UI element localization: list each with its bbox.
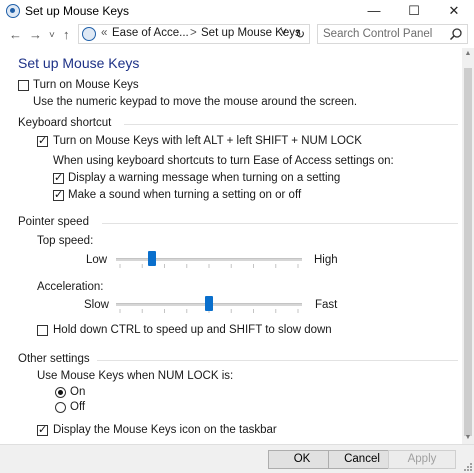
close-button[interactable]: ✕ xyxy=(434,0,474,22)
search-icon[interactable] xyxy=(449,27,463,41)
up-arrow-icon[interactable]: ↑ xyxy=(63,27,70,43)
num-lock-label: Use Mouse Keys when NUM LOCK is: xyxy=(37,370,234,382)
main-content: Set up Mouse Keys Turn on Mouse Keys Use… xyxy=(0,48,462,444)
num-lock-off-radio[interactable] xyxy=(55,402,66,413)
hold-ctrl-checkbox[interactable] xyxy=(37,325,48,336)
ease-of-access-icon xyxy=(6,4,20,18)
section-divider xyxy=(124,124,458,125)
back-arrow-icon[interactable]: ← xyxy=(9,27,22,43)
resize-grip-icon[interactable] xyxy=(463,462,473,472)
vertical-scrollbar[interactable]: ▲ ▼ xyxy=(462,48,474,444)
ok-button[interactable]: OK xyxy=(268,450,336,469)
pointer-speed-heading: Pointer speed xyxy=(18,216,89,228)
taskbar-icon-checkbox[interactable] xyxy=(37,423,48,436)
search-box[interactable] xyxy=(317,24,468,44)
title-bar: Set up Mouse Keys — ☐ ✕ xyxy=(0,0,474,22)
warning-message-label[interactable]: Display a warning message when turning o… xyxy=(68,172,340,184)
page-title: Set up Mouse Keys xyxy=(18,55,140,71)
turn-on-mouse-keys-checkbox[interactable] xyxy=(18,80,29,91)
window-title: Set up Mouse Keys xyxy=(25,4,130,18)
breadcrumb-overflow-icon[interactable]: « xyxy=(101,27,107,39)
top-speed-slider-track[interactable] xyxy=(116,258,302,261)
section-divider xyxy=(102,223,458,224)
num-lock-off-label[interactable]: Off xyxy=(70,401,85,413)
keyboard-shortcut-heading: Keyboard shortcut xyxy=(18,117,112,129)
num-lock-on-label[interactable]: On xyxy=(70,386,85,398)
scrollbar-thumb[interactable] xyxy=(464,68,472,436)
hold-ctrl-label[interactable]: Hold down CTRL to speed up and SHIFT to … xyxy=(53,324,332,336)
refresh-icon[interactable]: ↻ xyxy=(295,27,305,41)
turn-on-mouse-keys-label[interactable]: Turn on Mouse Keys xyxy=(33,79,139,91)
scroll-up-arrow-icon[interactable]: ▲ xyxy=(462,48,474,60)
breadcrumb-item-ease-of-access[interactable]: Ease of Acce... xyxy=(112,27,189,39)
cancel-button[interactable]: Cancel xyxy=(328,450,396,469)
control-panel-icon xyxy=(82,27,96,41)
search-input[interactable] xyxy=(318,25,443,43)
top-speed-slider-thumb[interactable] xyxy=(148,251,157,266)
acceleration-slow-label: Slow xyxy=(84,299,109,311)
top-speed-label: Top speed: xyxy=(37,235,94,247)
acceleration-fast-label: Fast xyxy=(315,299,338,311)
section-divider xyxy=(97,360,458,361)
acceleration-slider-thumb[interactable] xyxy=(205,296,213,311)
forward-arrow-icon[interactable]: → xyxy=(29,27,42,43)
warning-message-checkbox[interactable] xyxy=(53,171,64,184)
minimize-button[interactable]: — xyxy=(354,0,394,22)
make-sound-label[interactable]: Make a sound when turning a setting on o… xyxy=(68,189,301,201)
apply-button[interactable]: Apply xyxy=(388,450,456,469)
when-using-shortcuts-text: When using keyboard shortcuts to turn Ea… xyxy=(53,155,394,167)
acceleration-label: Acceleration: xyxy=(37,281,104,293)
breadcrumb-separator[interactable]: > xyxy=(190,27,197,39)
make-sound-checkbox[interactable] xyxy=(53,188,64,201)
top-speed-low-label: Low xyxy=(86,254,108,266)
dialog-footer: OK Cancel Apply xyxy=(0,444,474,473)
shortcut-label[interactable]: Turn on Mouse Keys with left ALT + left … xyxy=(53,135,362,147)
recent-locations-chevron-icon[interactable]: ˅ xyxy=(49,28,55,44)
turn-on-description: Use the numeric keypad to move the mouse… xyxy=(33,96,358,108)
taskbar-icon-label[interactable]: Display the Mouse Keys icon on the taskb… xyxy=(53,424,277,436)
top-speed-high-label: High xyxy=(314,254,338,266)
address-dropdown-icon[interactable]: ˅ xyxy=(280,27,287,39)
shortcut-checkbox[interactable] xyxy=(37,134,48,147)
num-lock-on-radio[interactable] xyxy=(55,387,66,398)
scroll-down-arrow-icon[interactable]: ▼ xyxy=(462,432,474,444)
top-speed-slider-ticks xyxy=(119,264,299,268)
address-bar[interactable]: « Ease of Acce... > Set up Mouse Keys ˅ … xyxy=(78,24,310,44)
other-settings-heading: Other settings xyxy=(18,353,90,365)
maximize-button[interactable]: ☐ xyxy=(394,0,434,22)
